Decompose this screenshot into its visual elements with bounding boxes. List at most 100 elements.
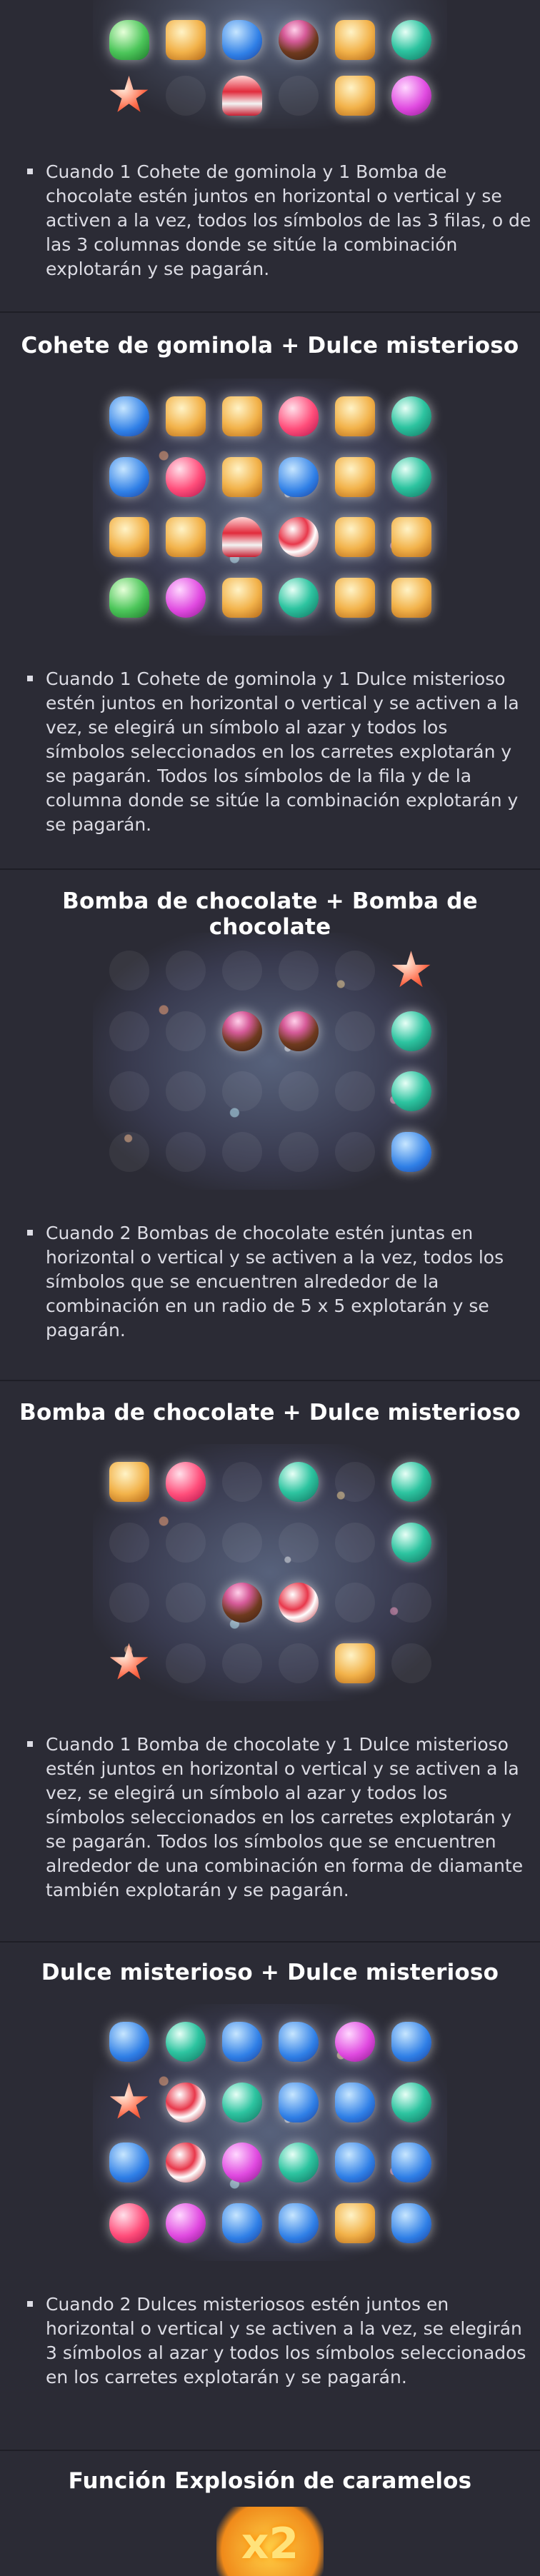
combo-image-rocket-mystery bbox=[93, 379, 447, 636]
teal-candy-icon bbox=[165, 2022, 206, 2063]
combo-image-top bbox=[93, 0, 447, 129]
section-text: Cuando 1 Bomba de chocolate y 1 Dulce mi… bbox=[46, 1734, 524, 1900]
heart-candy-icon bbox=[165, 1462, 206, 1503]
blue-candy-icon bbox=[334, 2143, 375, 2183]
section-text: Cuando 2 Bombas de chocolate estén junta… bbox=[46, 1223, 504, 1340]
cleared-cell bbox=[334, 1583, 375, 1623]
cleared-cell bbox=[278, 1522, 319, 1563]
intro-text: Cuando 1 Cohete de gominola y 1 Bomba de… bbox=[46, 161, 531, 279]
square-bullet-icon bbox=[27, 169, 33, 174]
paytable-page: Cuando 1 Cohete de gominola y 1 Bomba de… bbox=[0, 0, 540, 2576]
teal-candy-icon bbox=[391, 1522, 431, 1563]
square-bullet-icon bbox=[27, 1741, 33, 1747]
teal-candy-icon bbox=[278, 2143, 319, 2183]
cleared-cell bbox=[165, 1131, 206, 1172]
blue-candy-icon bbox=[391, 2202, 431, 2243]
cake-candy-icon bbox=[221, 396, 262, 437]
teal-candy-icon bbox=[391, 2082, 431, 2123]
cleared-cell bbox=[334, 951, 375, 991]
teal-candy-icon bbox=[278, 1462, 319, 1503]
blue-candy-icon bbox=[278, 2202, 319, 2243]
blue-candy-icon bbox=[109, 2143, 149, 2183]
blue-candy-icon bbox=[334, 2082, 375, 2123]
cleared-cell bbox=[165, 76, 206, 116]
cake-candy-icon bbox=[221, 456, 262, 497]
section-title: Dulce misterioso + Dulce misterioso bbox=[41, 1960, 499, 1985]
divider bbox=[0, 1380, 540, 1381]
cleared-cell bbox=[109, 951, 149, 991]
cleared-cell bbox=[278, 76, 319, 116]
blue-candy-icon bbox=[278, 2082, 319, 2123]
blue-candy-icon bbox=[391, 2143, 431, 2183]
cleared-cell bbox=[165, 1011, 206, 1051]
section-description: Cuando 1 Cohete de gominola y 1 Dulce mi… bbox=[27, 667, 531, 837]
cake-candy-icon bbox=[165, 20, 206, 60]
heart-candy-icon bbox=[165, 456, 206, 497]
cleared-cell bbox=[334, 1522, 375, 1563]
section-text: Cuando 1 Cohete de gominola y 1 Dulce mi… bbox=[46, 668, 519, 835]
mystery-candy-icon bbox=[165, 2143, 206, 2183]
cake-candy-icon bbox=[165, 517, 206, 558]
cleared-cell bbox=[278, 951, 319, 991]
teal-candy-icon bbox=[391, 20, 431, 60]
divider bbox=[0, 868, 540, 870]
star-candy-icon bbox=[109, 76, 149, 112]
cleared-cell bbox=[221, 1522, 262, 1563]
pink-donut-icon bbox=[165, 577, 206, 618]
blue-candy-icon bbox=[221, 2022, 262, 2063]
cleared-cell bbox=[221, 1643, 262, 1683]
divider bbox=[0, 1941, 540, 1943]
teal-candy-icon bbox=[221, 2082, 262, 2123]
section-description: Cuando 1 Bomba de chocolate y 1 Dulce mi… bbox=[27, 1733, 531, 1903]
pink-donut-icon bbox=[391, 76, 431, 116]
teal-candy-icon bbox=[391, 456, 431, 497]
cake-candy-icon bbox=[334, 20, 375, 60]
cake-candy-icon bbox=[334, 577, 375, 618]
mystery-candy-icon bbox=[278, 1583, 319, 1623]
cleared-cell bbox=[278, 1131, 319, 1172]
blue-candy-icon bbox=[221, 20, 262, 60]
square-bullet-icon bbox=[27, 2301, 33, 2307]
blue-candy-icon bbox=[109, 2022, 149, 2063]
cleared-cell bbox=[391, 1643, 431, 1683]
heart-candy-icon bbox=[278, 396, 319, 437]
cleared-cell bbox=[334, 1011, 375, 1051]
section-title: Bomba de chocolate + Dulce misterioso bbox=[19, 1400, 521, 1425]
square-bullet-icon bbox=[27, 1230, 33, 1236]
mystery-candy-icon bbox=[278, 517, 319, 558]
teal-candy-icon bbox=[391, 1462, 431, 1503]
star-candy-icon bbox=[391, 951, 431, 988]
heart-candy-icon bbox=[109, 2202, 149, 2243]
cake-candy-icon bbox=[334, 1643, 375, 1683]
cleared-cell bbox=[334, 1462, 375, 1503]
cake-candy-icon bbox=[334, 396, 375, 437]
cascade-image: x2 bbox=[0, 2507, 540, 2576]
blue-candy-icon bbox=[109, 396, 149, 437]
pink-donut-icon bbox=[334, 2022, 375, 2063]
green-gummy-icon bbox=[109, 577, 149, 618]
cleared-cell bbox=[221, 1131, 262, 1172]
blue-candy-icon bbox=[109, 456, 149, 497]
jelly-rocket-icon bbox=[221, 76, 262, 116]
intro-description: Cuando 1 Cohete de gominola y 1 Bomba de… bbox=[27, 160, 531, 281]
cake-candy-icon bbox=[391, 577, 431, 618]
cleared-cell bbox=[109, 1131, 149, 1172]
chocolate-bomb-icon bbox=[221, 1583, 262, 1623]
cleared-cell bbox=[109, 1583, 149, 1623]
cleared-cell bbox=[278, 1071, 319, 1112]
star-candy-icon bbox=[109, 2082, 149, 2119]
section-description: Cuando 2 Dulces misteriosos estén juntos… bbox=[27, 2292, 531, 2390]
teal-candy-icon bbox=[391, 1071, 431, 1112]
cleared-cell bbox=[109, 1522, 149, 1563]
cleared-cell bbox=[391, 1583, 431, 1623]
section-title: Cohete de gominola + Dulce misterioso bbox=[21, 333, 519, 359]
chocolate-bomb-icon bbox=[221, 1011, 262, 1051]
cleared-cell bbox=[165, 951, 206, 991]
cleared-cell bbox=[165, 1583, 206, 1623]
blue-candy-icon bbox=[221, 2202, 262, 2243]
cleared-cell bbox=[278, 1643, 319, 1683]
chocolate-bomb-icon bbox=[278, 20, 319, 60]
cake-candy-icon bbox=[165, 396, 206, 437]
star-candy-icon bbox=[109, 1643, 149, 1680]
cleared-cell bbox=[109, 1071, 149, 1112]
